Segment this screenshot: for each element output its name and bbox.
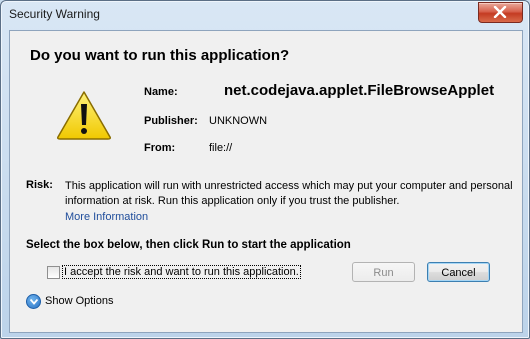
risk-description: This application will run with unrestric… xyxy=(65,180,513,207)
risk-label: Risk: xyxy=(26,179,53,191)
dialog-heading: Do you want to run this application? xyxy=(30,47,290,64)
warning-triangle-icon xyxy=(57,91,111,140)
accept-risk-label[interactable]: I accept the risk and want to run this a… xyxy=(62,265,301,279)
show-options-label: Show Options xyxy=(45,295,114,307)
cancel-button[interactable]: Cancel xyxy=(427,262,490,282)
close-icon xyxy=(493,6,507,18)
more-information-link[interactable]: More Information xyxy=(65,211,148,223)
name-label: Name: xyxy=(144,86,178,98)
window-title: Security Warning xyxy=(9,7,100,21)
accept-risk-checkbox[interactable] xyxy=(47,266,60,279)
run-button[interactable]: Run xyxy=(352,262,415,282)
close-button[interactable] xyxy=(478,2,523,23)
publisher-label: Publisher: xyxy=(144,115,198,127)
instruction-text: Select the box below, then click Run to … xyxy=(26,239,351,251)
chevron-down-icon xyxy=(26,294,41,309)
application-name: net.codejava.applet.FileBrowseApplet xyxy=(224,82,495,99)
from-value: file:// xyxy=(209,142,233,154)
security-warning-window: Security Warning Do you want to run this… xyxy=(0,0,530,339)
title-bar[interactable]: Security Warning xyxy=(1,1,529,29)
dialog-body: Do you want to run this application? Nam… xyxy=(9,30,523,333)
publisher-value: UNKNOWN xyxy=(209,115,268,127)
from-label: From: xyxy=(144,142,176,154)
